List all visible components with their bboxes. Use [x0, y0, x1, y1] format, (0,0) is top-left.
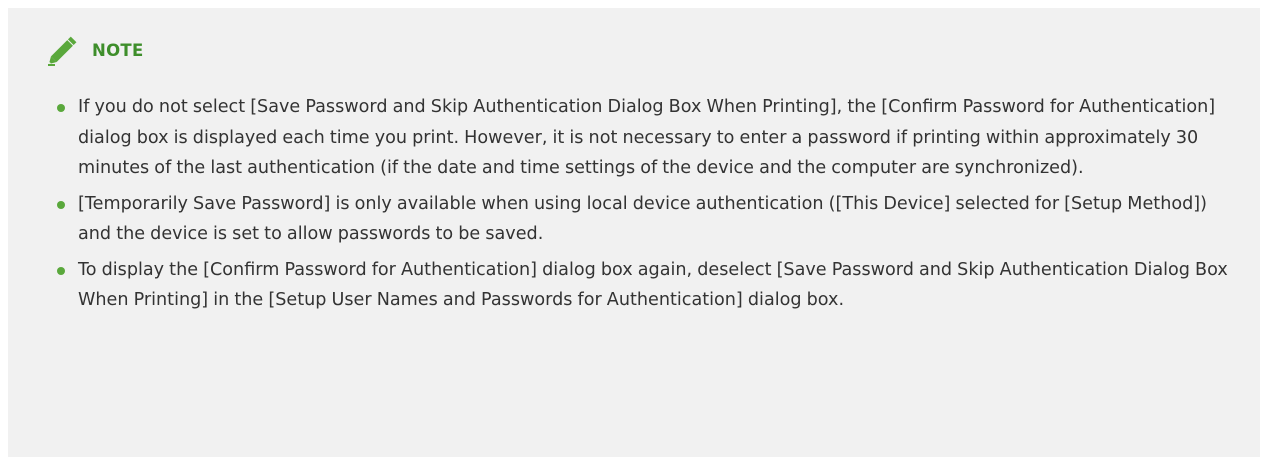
- note-title: NOTE: [92, 40, 144, 60]
- bullet-icon: [57, 200, 65, 209]
- note-header: NOTE: [46, 30, 144, 70]
- list-item-text: If you do not select [Save Password and …: [78, 97, 1216, 178]
- note-list: If you do not select [Save Password and …: [57, 92, 1237, 321]
- pencil-icon: [46, 33, 80, 67]
- list-item: [Temporarily Save Password] is only avai…: [57, 189, 1237, 250]
- list-item: If you do not select [Save Password and …: [57, 92, 1237, 184]
- note-box: NOTE If you do not select [Save Password…: [8, 8, 1260, 457]
- list-item: To display the [Confirm Password for Aut…: [57, 255, 1237, 316]
- list-item-text: To display the [Confirm Password for Aut…: [78, 259, 1228, 311]
- list-item-text: [Temporarily Save Password] is only avai…: [78, 193, 1208, 245]
- bullet-icon: [57, 266, 65, 275]
- bullet-icon: [57, 104, 65, 112]
